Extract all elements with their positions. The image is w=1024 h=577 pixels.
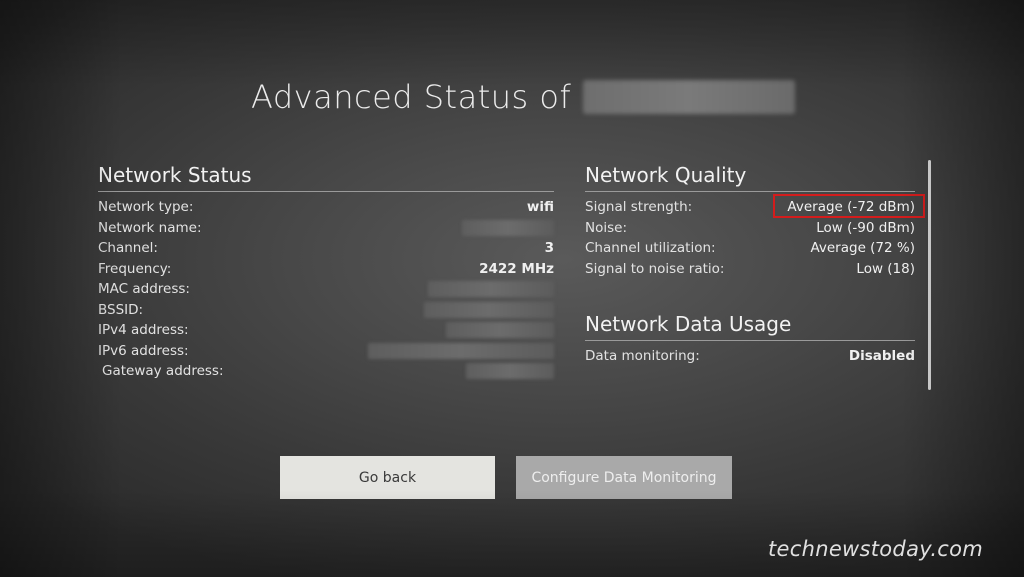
row-label: Network type:	[98, 199, 194, 216]
frequency-row: Frequency: 2422 MHz	[98, 259, 554, 280]
network-status-heading: Network Status	[98, 163, 554, 192]
scrollbar[interactable]	[928, 160, 931, 390]
ipv4-address-row: IPv4 address:	[98, 320, 554, 341]
redacted-gateway-address	[466, 363, 554, 380]
row-label: BSSID:	[98, 301, 144, 318]
row-label: MAC address:	[98, 281, 190, 298]
redacted-bssid	[424, 301, 554, 318]
gateway-address-row: Gateway address:	[98, 361, 554, 382]
row-value: 3	[544, 240, 554, 257]
row-label: IPv4 address:	[98, 322, 189, 339]
data-monitoring-row: Data monitoring: Disabled	[585, 346, 915, 367]
network-data-usage-heading: Network Data Usage	[585, 312, 915, 341]
row-label: Signal to noise ratio:	[585, 260, 725, 277]
advanced-status-screen: Advanced Status of Network Status Networ…	[0, 0, 1024, 577]
row-value: Low (-90 dBm)	[816, 219, 915, 236]
network-name-row: Network name:	[98, 218, 554, 239]
row-value: wifi	[526, 199, 554, 216]
channel-utilization-row: Channel utilization: Average (72 %)	[585, 238, 915, 259]
channel-row: Channel: 3	[98, 238, 554, 259]
network-quality-heading: Network Quality	[585, 163, 915, 192]
row-label: IPv6 address:	[98, 342, 189, 359]
row-value: Low (18)	[856, 260, 915, 277]
watermark: technewstoday.com	[768, 537, 984, 561]
redacted-ipv4-address	[446, 322, 554, 339]
network-data-usage-panel: Network Data Usage Data monitoring: Disa…	[585, 312, 915, 367]
signal-strength-highlight-box	[773, 194, 925, 218]
row-label: Channel:	[98, 240, 158, 257]
row-label: Gateway address:	[102, 363, 224, 380]
bssid-row: BSSID:	[98, 300, 554, 321]
ipv6-address-row: IPv6 address:	[98, 341, 554, 362]
row-label: Noise:	[585, 219, 627, 236]
redacted-network-name	[462, 219, 554, 236]
configure-data-monitoring-button[interactable]: Configure Data Monitoring	[516, 456, 732, 499]
network-quality-panel: Network Quality Signal strength: Average…	[585, 163, 915, 279]
redacted-mac-address	[428, 281, 554, 298]
row-label: Channel utilization:	[585, 240, 716, 257]
mac-address-row: MAC address:	[98, 279, 554, 300]
redacted-device-name	[583, 80, 796, 114]
signal-to-noise-row: Signal to noise ratio: Low (18)	[585, 259, 915, 280]
row-label: Signal strength:	[585, 199, 693, 216]
row-label: Frequency:	[98, 260, 172, 277]
row-label: Network name:	[98, 219, 202, 236]
network-type-row: Network type: wifi	[98, 197, 554, 218]
page-title-text: Advanced Status of	[251, 78, 572, 116]
row-label: Data monitoring:	[585, 348, 700, 365]
redacted-ipv6-address	[368, 342, 554, 359]
network-status-panel: Network Status Network type: wifi Networ…	[98, 163, 554, 382]
go-back-button[interactable]: Go back	[280, 456, 495, 499]
row-value: Average (72 %)	[810, 240, 915, 257]
page-title: Advanced Status of	[251, 78, 796, 116]
noise-row: Noise: Low (-90 dBm)	[585, 218, 915, 239]
row-value: Disabled	[848, 348, 915, 365]
row-value: 2422 MHz	[479, 260, 554, 277]
